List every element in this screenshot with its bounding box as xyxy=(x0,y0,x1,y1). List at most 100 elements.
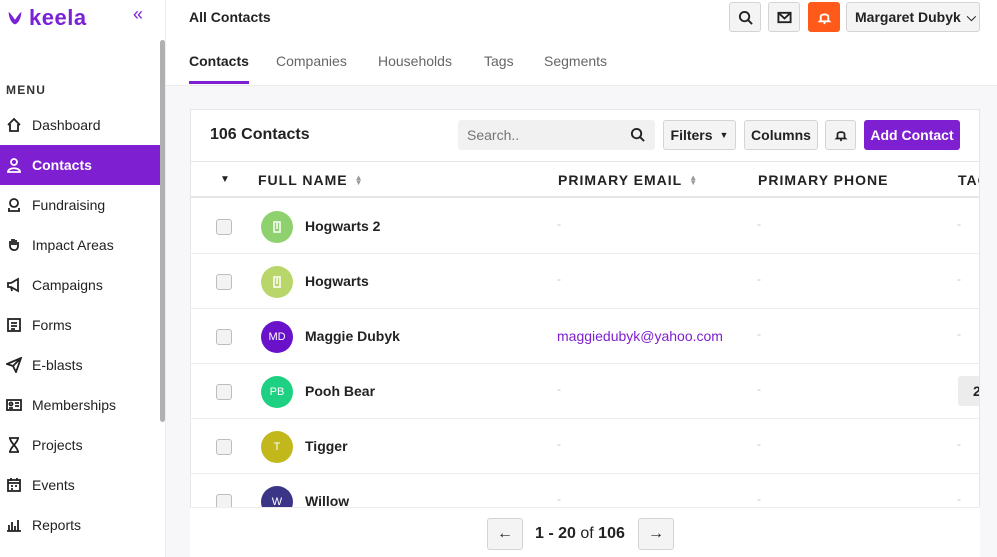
column-primary-phone[interactable]: PRIMARY PHONE xyxy=(758,172,888,188)
tag-cell: - xyxy=(957,327,961,341)
sidebar-item-forms[interactable]: Forms xyxy=(0,305,160,345)
add-contact-button[interactable]: Add Contact xyxy=(864,120,960,150)
sidebar-item-contacts[interactable]: Contacts xyxy=(0,145,160,185)
sidebar-item-label: Impact Areas xyxy=(32,237,114,253)
search-icon xyxy=(738,10,753,25)
sidebar-nav: Dashboard Contacts Fundraising Impact Ar… xyxy=(0,105,160,545)
table-row[interactable]: PB Pooh Bear - - 2 xyxy=(191,364,979,419)
collapse-sidebar-icon[interactable]: « xyxy=(133,4,143,25)
sidebar-item-label: Projects xyxy=(32,437,83,453)
hourglass-icon xyxy=(9,437,19,453)
contact-tabs: Contacts Companies Households Tags Segme… xyxy=(166,40,997,86)
row-checkbox[interactable] xyxy=(216,384,232,400)
envelope-icon xyxy=(776,11,792,23)
email-cell: - xyxy=(557,382,561,396)
search-button[interactable] xyxy=(729,2,761,32)
column-full-name[interactable]: FULL NAME ▲ ▼ xyxy=(258,172,364,188)
tag-cell: - xyxy=(957,272,961,286)
hand-icon xyxy=(9,239,19,252)
search-input[interactable] xyxy=(458,120,655,150)
row-checkbox[interactable] xyxy=(216,439,232,455)
sidebar-item-e-blasts[interactable]: E-blasts xyxy=(0,345,160,385)
row-checkbox[interactable] xyxy=(216,329,232,345)
sidebar-scrollbar[interactable] xyxy=(160,40,165,422)
messages-button[interactable] xyxy=(768,2,800,32)
filters-button[interactable]: Filters ▼ xyxy=(663,120,736,150)
table-row[interactable]: T Tigger - - - xyxy=(191,419,979,474)
sidebar-item-dashboard[interactable]: Dashboard xyxy=(0,105,160,145)
column-label: PRIMARY PHONE xyxy=(758,172,889,188)
sidebar-item-memberships[interactable]: Memberships xyxy=(0,385,160,425)
avatar xyxy=(261,266,293,298)
sidebar-item-projects[interactable]: Projects xyxy=(0,425,160,465)
table-row[interactable]: Hogwarts - - - xyxy=(191,254,979,309)
brand-name: keela xyxy=(29,5,87,30)
table-row[interactable]: MD Maggie Dubyk maggiedubyk@yahoo.com - … xyxy=(191,309,979,364)
logo[interactable]: keela xyxy=(6,5,87,31)
arrow-left-icon: ← xyxy=(497,525,513,542)
table-header: ▼ FULL NAME ▲ ▼ PRIMARY EMAIL ▲ ▼ PRIMARY … xyxy=(191,161,979,198)
column-label: FULL NAME xyxy=(258,172,348,188)
sidebar-item-label: Campaigns xyxy=(32,277,103,293)
tab-households[interactable]: Households xyxy=(378,53,452,81)
sidebar-item-impact-areas[interactable]: Impact Areas xyxy=(0,225,160,265)
home-icon xyxy=(7,117,21,132)
contact-name[interactable]: Hogwarts xyxy=(305,273,369,289)
sidebar-item-reports[interactable]: Reports xyxy=(0,505,160,545)
email-cell: - xyxy=(557,492,561,506)
tag-count-badge[interactable]: 2 xyxy=(958,376,979,406)
alerts-button[interactable] xyxy=(825,120,856,150)
phone-cell: - xyxy=(757,382,761,396)
user-name: Margaret Dubyk xyxy=(855,9,961,25)
tag-cell: - xyxy=(957,437,961,451)
sidebar-item-events[interactable]: Events xyxy=(0,465,160,505)
search-icon[interactable] xyxy=(630,127,645,142)
donation-icon xyxy=(8,198,20,212)
contact-name[interactable]: Hogwarts 2 xyxy=(305,218,380,234)
tab-contacts[interactable]: Contacts xyxy=(189,53,249,84)
contact-name[interactable]: Maggie Dubyk xyxy=(305,328,400,344)
columns-button[interactable]: Columns xyxy=(744,120,818,150)
sidebar-item-label: Contacts xyxy=(32,157,92,173)
email-link[interactable]: maggiedubyk@yahoo.com xyxy=(557,328,723,344)
avatar: T xyxy=(261,431,293,463)
page-range: 1 - 20 of 106 xyxy=(535,525,625,543)
tag-cell: - xyxy=(957,492,961,506)
column-tag[interactable]: TAG xyxy=(958,172,979,188)
chevron-down-icon: ⌵ xyxy=(966,9,976,24)
sidebar-item-label: Reports xyxy=(32,517,82,533)
user-icon xyxy=(7,158,21,173)
contact-name[interactable]: Tigger xyxy=(305,438,348,454)
email-cell: - xyxy=(557,272,561,286)
next-page-button[interactable]: → xyxy=(638,518,674,550)
phone-cell: - xyxy=(757,217,761,231)
sidebar-item-label: Memberships xyxy=(32,397,117,413)
megaphone-icon xyxy=(7,277,19,293)
tab-segments[interactable]: Segments xyxy=(544,53,607,81)
row-checkbox[interactable] xyxy=(216,219,232,235)
sidebar-item-label: Fundraising xyxy=(32,197,106,213)
previous-page-button[interactable]: ← xyxy=(487,518,523,550)
phone-cell: - xyxy=(757,492,761,506)
sidebar-item-fundraising[interactable]: Fundraising xyxy=(0,185,160,225)
tab-tags[interactable]: Tags xyxy=(484,53,514,81)
caret-down-icon: ▼ xyxy=(719,130,729,140)
avatar: MD xyxy=(261,321,293,353)
phone-cell: - xyxy=(757,327,761,341)
top-header: All Contacts Margaret Dubyk ⌵ xyxy=(166,0,997,40)
table-row[interactable]: Hogwarts 2 - - - xyxy=(191,199,979,254)
select-menu-caret-icon[interactable]: ▼ xyxy=(220,174,230,185)
tab-companies[interactable]: Companies xyxy=(276,53,347,81)
sidebar-item-campaigns[interactable]: Campaigns xyxy=(0,265,160,305)
row-checkbox[interactable] xyxy=(216,274,232,290)
user-menu-button[interactable]: Margaret Dubyk ⌵ xyxy=(846,2,980,32)
column-primary-email[interactable]: PRIMARY EMAIL ▲ ▼ xyxy=(558,172,698,188)
avatar xyxy=(261,211,293,243)
tag-cell: - xyxy=(957,217,961,231)
contacts-count: 106 Contacts xyxy=(210,126,310,143)
contact-name[interactable]: Pooh Bear xyxy=(305,383,375,399)
notifications-button[interactable] xyxy=(808,2,840,32)
calendar-icon xyxy=(7,478,21,492)
building-icon xyxy=(273,276,281,288)
bell-icon xyxy=(834,131,847,142)
